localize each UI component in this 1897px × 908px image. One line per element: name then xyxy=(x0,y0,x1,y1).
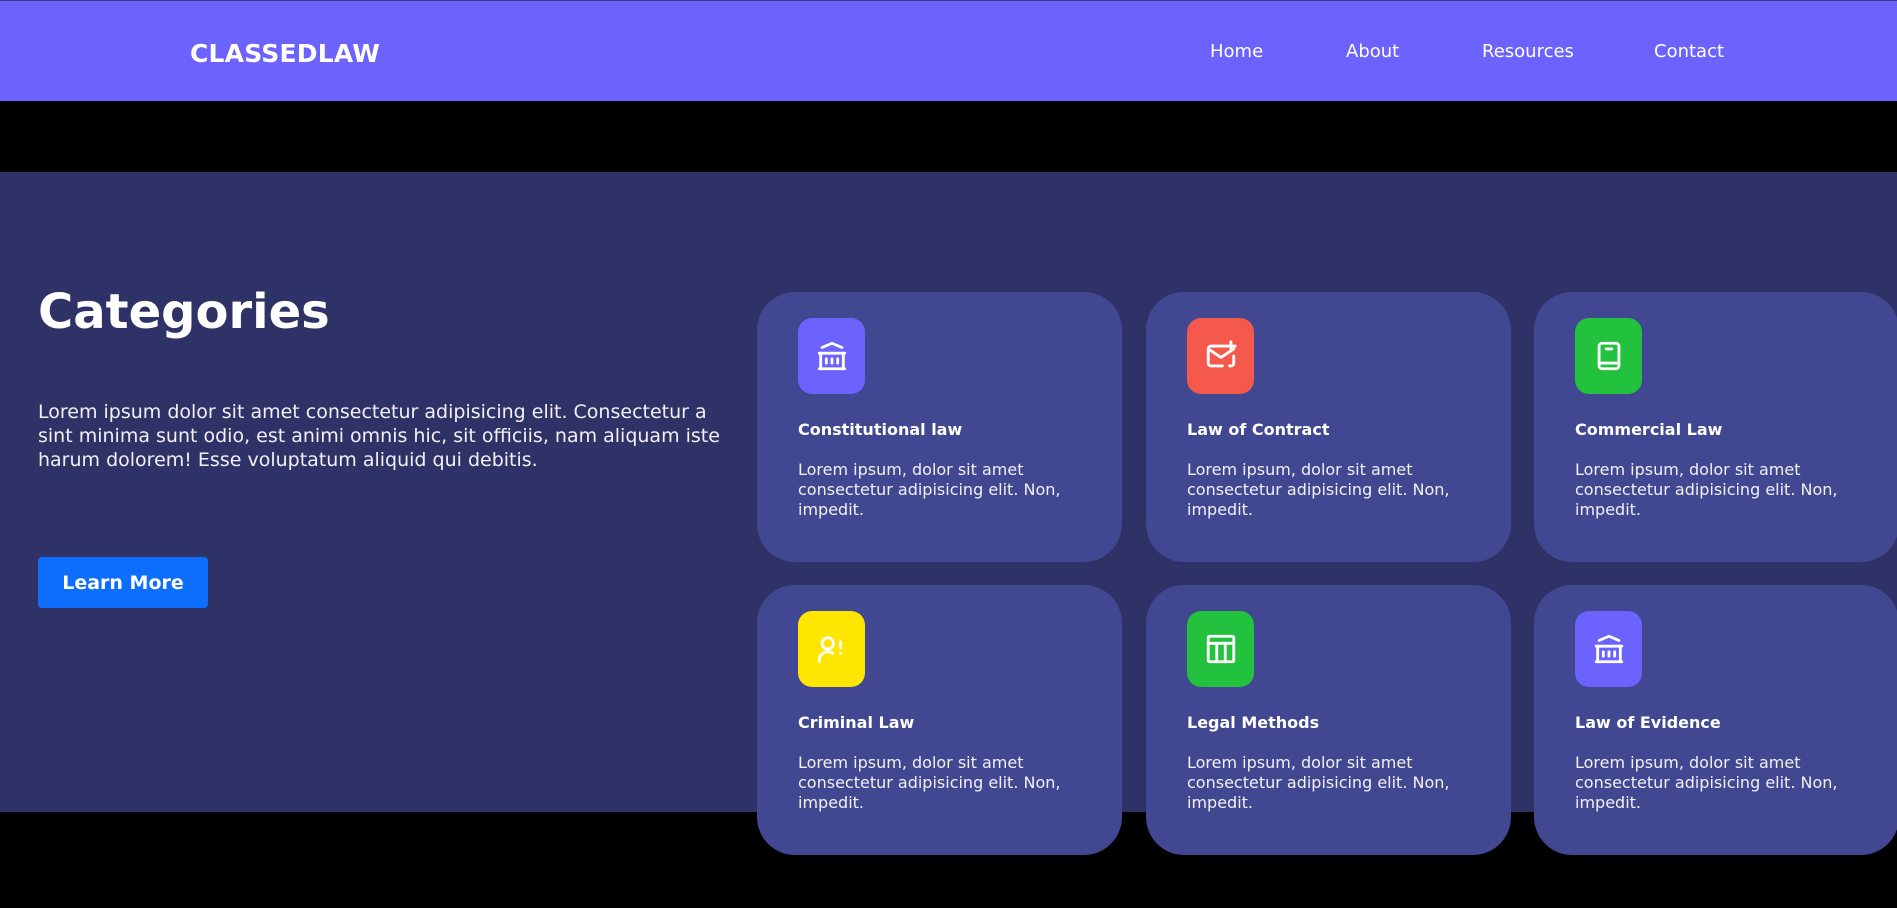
card-title: Law of Contract xyxy=(1187,420,1330,439)
card-title: Constitutional law xyxy=(798,420,963,439)
card-text: Lorem ipsum, dolor sit amet consectetur … xyxy=(1575,460,1838,519)
card-text: Lorem ipsum, dolor sit amet consectetur … xyxy=(1187,753,1450,812)
card-text: Lorem ipsum, dolor sit amet consectetur … xyxy=(1187,460,1450,519)
section-title: Categories xyxy=(38,284,330,340)
category-card-constitutional-law[interactable]: Constitutional law Lorem ipsum, dolor si… xyxy=(757,292,1122,562)
icon-container xyxy=(1187,611,1254,687)
card-title: Commercial Law xyxy=(1575,420,1723,439)
learn-more-button[interactable]: Learn More xyxy=(38,557,208,608)
card-text: Lorem ipsum, dolor sit amet consectetur … xyxy=(1575,753,1838,812)
category-card-law-of-contract[interactable]: Law of Contract Lorem ipsum, dolor sit a… xyxy=(1146,292,1511,562)
card-title: Legal Methods xyxy=(1187,713,1320,732)
section-description: Lorem ipsum dolor sit amet consectetur a… xyxy=(38,401,720,471)
nav-link-contact[interactable]: Contact xyxy=(1654,41,1724,62)
icon-container xyxy=(798,318,865,394)
mail-plus-icon xyxy=(1206,340,1237,368)
icon-container xyxy=(1575,611,1642,687)
bank-icon xyxy=(1594,634,1623,664)
card-title: Criminal Law xyxy=(798,713,915,732)
user-alert-icon xyxy=(817,636,842,664)
nav-link-resources[interactable]: Resources xyxy=(1482,41,1574,62)
nav-link-about[interactable]: About xyxy=(1346,41,1399,62)
card-text: Lorem ipsum, dolor sit amet consectetur … xyxy=(798,753,1061,812)
layout-icon xyxy=(1206,634,1235,664)
icon-container xyxy=(798,611,865,687)
category-card-legal-methods[interactable]: Legal Methods Lorem ipsum, dolor sit ame… xyxy=(1146,585,1511,855)
page: CLASSEDLAW Home About Resources Contact … xyxy=(0,0,1897,908)
category-card-commercial-law[interactable]: Commercial Law Lorem ipsum, dolor sit am… xyxy=(1534,292,1897,562)
bank-icon xyxy=(817,341,846,371)
main-nav: Home About Resources Contact xyxy=(0,41,1897,65)
nav-link-home[interactable]: Home xyxy=(1210,41,1263,62)
card-text: Lorem ipsum, dolor sit amet consectetur … xyxy=(798,460,1061,519)
category-card-criminal-law[interactable]: Criminal Law Lorem ipsum, dolor sit amet… xyxy=(757,585,1122,855)
icon-container xyxy=(1187,318,1254,394)
book-icon xyxy=(1597,341,1620,371)
card-title: Law of Evidence xyxy=(1575,713,1721,732)
category-card-law-of-evidence[interactable]: Law of Evidence Lorem ipsum, dolor sit a… xyxy=(1534,585,1897,855)
top-navbar: CLASSEDLAW Home About Resources Contact xyxy=(0,0,1897,101)
icon-container xyxy=(1575,318,1642,394)
